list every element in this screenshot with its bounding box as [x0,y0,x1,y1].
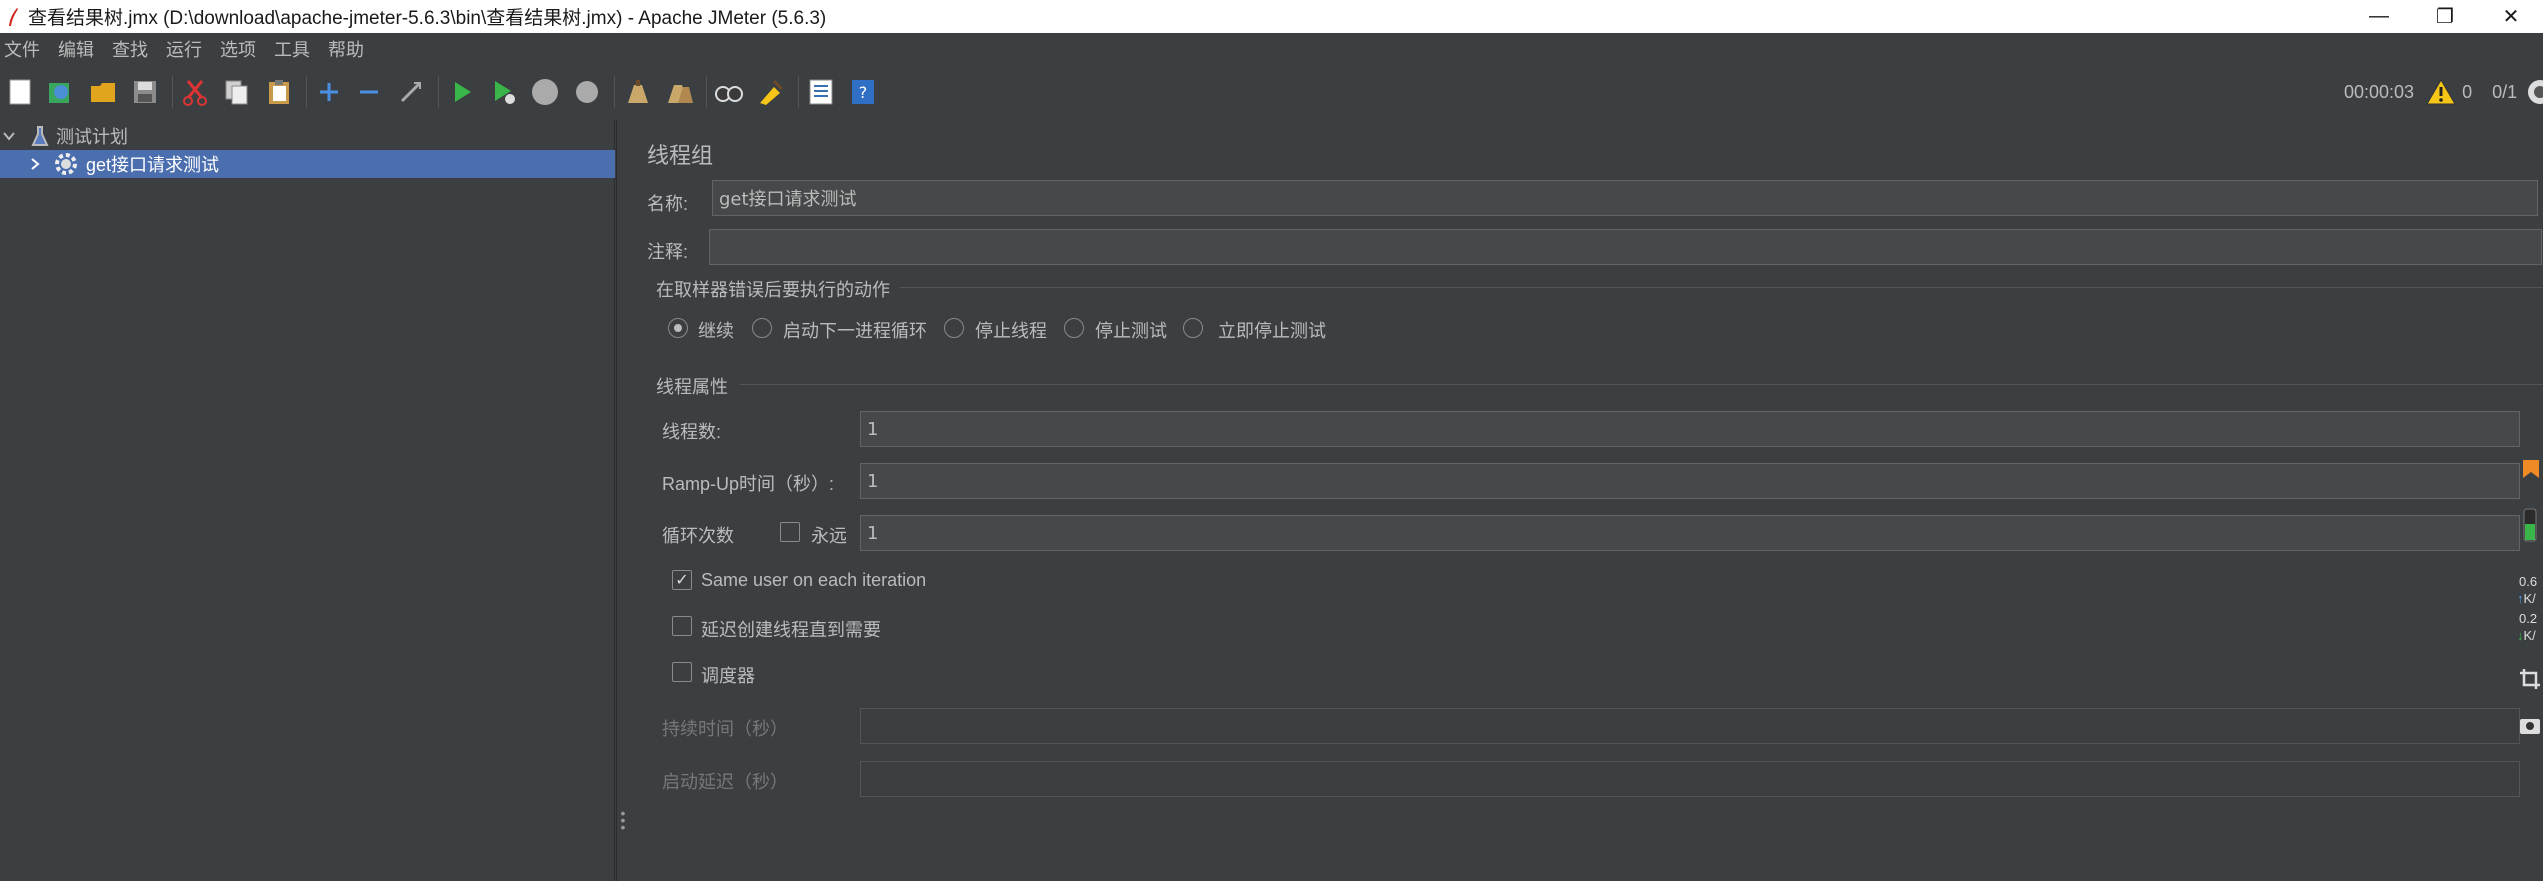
stop-icon[interactable] [528,75,562,109]
camera-search-icon[interactable] [2519,715,2541,740]
rampup-label: Ramp-Up时间（秒）: [662,474,835,494]
menu-search[interactable]: 查找 [112,36,162,62]
menu-tools[interactable]: 工具 [274,36,324,62]
radio-stop-test-now[interactable] [1183,318,1203,338]
radio-stop-test-now-label: 立即停止测试 [1218,321,1326,341]
delay-creation-checkbox[interactable] [672,616,692,636]
radio-start-next-loop[interactable] [752,318,772,338]
cut-icon[interactable] [178,75,212,109]
thread-group-panel: 线程组 名称: get接口请求测试 注释: 在取样器错误后要执行的动作 继续 启… [630,120,2543,881]
chevron-down-icon[interactable] [2,129,18,143]
minimize-button[interactable]: — [2344,0,2414,33]
forever-label: 永远 [811,526,847,546]
upload-unit: ↑K/ [2517,591,2536,606]
help-icon[interactable]: ? [846,75,880,109]
test-plan-tree: 测试计划 get接口请求测试 [0,120,615,881]
threads-field[interactable]: 1 [860,411,2520,447]
name-field[interactable]: get接口请求测试 [712,180,2538,216]
menu-run[interactable]: 运行 [166,36,216,62]
upload-rate: 0.6 [2519,574,2538,589]
radio-start-next-loop-label: 启动下一进程循环 [783,321,927,341]
same-user-checkbox[interactable]: ✓ [672,570,692,590]
window-title: 查看结果树.jmx (D:\download\apache-jmeter-5.6… [28,8,827,29]
scheduler-label: 调度器 [701,666,755,686]
same-user-label: Same user on each iteration [701,570,927,590]
name-label: 名称: [647,194,689,214]
templates-icon[interactable] [43,75,77,109]
radio-stop-thread-label: 停止线程 [975,321,1047,341]
maximize-button[interactable]: ❐ [2410,0,2480,33]
start-icon[interactable] [445,75,479,109]
tree-node-thread-group[interactable]: get接口请求测试 [0,150,615,178]
warning-icon[interactable] [2426,78,2456,106]
loop-count-field[interactable]: 1 [860,515,2520,551]
clear-all-icon[interactable] [662,75,696,109]
comment-label: 注释: [647,242,689,262]
radio-stop-thread[interactable] [944,318,964,338]
menu-file[interactable]: 文件 [4,36,54,62]
scheduler-checkbox[interactable] [672,662,692,682]
expand-icon[interactable] [312,75,346,109]
startup-delay-field[interactable] [860,761,2520,797]
start-no-timers-icon[interactable] [487,75,521,109]
radio-stop-test-label: 停止测试 [1095,321,1167,341]
radio-stop-test[interactable] [1064,318,1084,338]
warning-count: 0 [2462,81,2473,102]
clear-icon[interactable] [620,75,654,109]
svg-text:?: ? [859,83,868,102]
copy-icon[interactable] [220,75,254,109]
memory-gauge-icon [2523,508,2537,547]
elapsed-time: 00:00:03 [2344,81,2415,102]
duration-field[interactable] [860,708,2520,744]
menu-bar: 文件 编辑 查找 运行 选项 工具 帮助 [0,33,2543,65]
jmeter-feather-icon [4,6,22,28]
flask-icon [30,125,50,147]
loop-count-label: 循环次数 [662,526,734,546]
function-helper-icon[interactable] [804,75,838,109]
download-unit: ↓K/ [2517,628,2536,643]
search-icon[interactable] [712,75,746,109]
threads-label: 线程数: [662,422,722,442]
toolbar: ? 00:00:03 0 0/1 [0,66,2543,118]
chevron-right-icon[interactable] [28,157,44,171]
duration-label: 持续时间（秒） [662,719,788,739]
comment-field[interactable] [709,229,2542,265]
tree-node-test-plan[interactable]: 测试计划 [0,122,615,150]
save-icon[interactable] [128,75,162,109]
startup-delay-label: 启动延迟（秒） [662,772,788,792]
rampup-field[interactable]: 1 [860,463,2520,499]
toggle-icon[interactable] [394,75,428,109]
tree-label-test-plan: 测试计划 [56,127,128,147]
menu-edit[interactable]: 编辑 [58,36,108,62]
open-icon[interactable] [86,75,120,109]
delay-creation-label: 延迟创建线程直到需要 [701,620,881,640]
shutdown-icon[interactable] [570,75,604,109]
error-action-title: 在取样器错误后要执行的动作 [656,280,890,300]
reset-search-icon[interactable] [754,75,788,109]
radio-continue-label: 继续 [698,321,734,341]
tree-label-thread-group: get接口请求测试 [86,155,220,175]
collapse-icon[interactable] [352,75,386,109]
remote-status-icon [2527,79,2543,105]
menu-help[interactable]: 帮助 [328,36,378,62]
active-threads: 0/1 [2492,81,2518,102]
close-button[interactable]: ✕ [2476,0,2543,33]
paste-icon[interactable] [262,75,296,109]
forever-checkbox[interactable] [780,522,800,542]
radio-continue[interactable] [668,318,688,338]
gear-icon [54,152,78,176]
panel-splitter[interactable]: • • • [616,120,628,881]
panel-title: 线程组 [647,143,714,168]
menu-options[interactable]: 选项 [220,36,270,62]
bookmark-icon[interactable] [2521,458,2541,485]
download-rate: 0.2 [2519,611,2538,626]
thread-props-title: 线程属性 [656,377,728,397]
status-area: 00:00:03 0 0/1 [2344,66,2543,118]
new-icon[interactable] [3,75,37,109]
window-title-bar: 查看结果树.jmx (D:\download\apache-jmeter-5.6… [0,0,2543,33]
crop-icon[interactable] [2519,668,2541,695]
